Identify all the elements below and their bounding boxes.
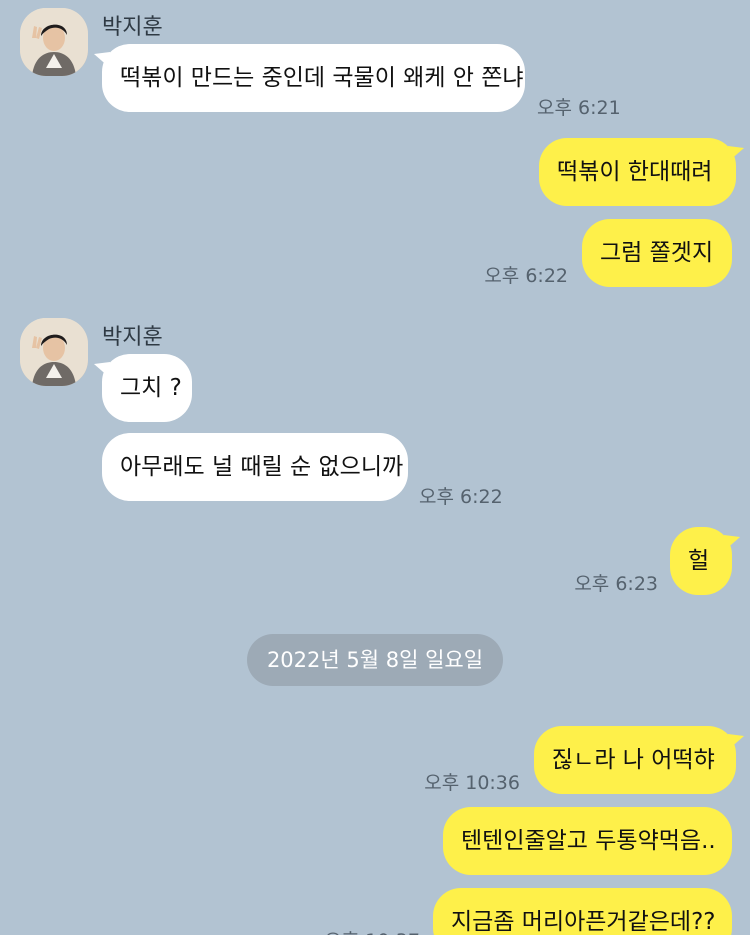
message-text: 헐 [688,548,710,574]
message-time: 오후 6:23 [574,573,658,595]
message-text: 떡볶이 만드는 중인데 국물이 왜케 안 쫀냐 [120,65,524,91]
date-divider: 2022년 5월 8일 일요일 [247,634,503,686]
message-bubble-incoming[interactable]: 아무래도 널 때릴 순 없으니까 [102,433,408,501]
message-time: 오후 6:21 [537,97,621,119]
message-text: 아무래도 널 때릴 순 없으니까 [120,454,404,480]
message-time: 오후 10:36 [424,772,520,794]
message-bubble-outgoing[interactable]: 짆ㄴ라 나 어떡햐 [534,726,736,794]
bubble-tail [728,146,744,162]
message-time: 오후 6:22 [419,486,503,508]
message-time: 오후 10:37 [290,926,420,935]
message-text: 짆ㄴ라 나 어떡햐 [552,747,715,773]
message-text: 지금좀 머리아픈거같은데?? [451,909,716,935]
bubble-tail [728,734,744,750]
avatar-photo-icon [20,318,88,386]
message-text: 텐텐인줄알고 두통약먹음.. [461,828,716,854]
message-text: 그치 ? [120,375,182,401]
chat-room[interactable]: 박지훈 떡볶이 만드는 중인데 국물이 왜케 안 쫀냐 오후 6:21 떡볶이 … [0,0,750,935]
message-text: 그럼 쫄겟지 [600,240,714,266]
message-time: 오후 6:22 [484,265,568,287]
avatar-photo-icon [20,8,88,76]
message-bubble-outgoing[interactable]: 헐 [670,527,732,595]
message-bubble-incoming[interactable]: 떡볶이 만드는 중인데 국물이 왜케 안 쫀냐 [102,44,525,112]
sender-name: 박지훈 [102,325,163,350]
message-bubble-outgoing[interactable]: 그럼 쫄겟지 [582,219,732,287]
profile-avatar[interactable] [20,8,88,76]
sender-name: 박지훈 [102,15,163,40]
profile-avatar[interactable] [20,318,88,386]
message-bubble-incoming[interactable]: 그치 ? [102,354,192,422]
message-bubble-outgoing[interactable]: 텐텐인줄알고 두통약먹음.. [443,807,732,875]
message-bubble-outgoing[interactable]: 지금좀 머리아픈거같은데?? [433,888,732,935]
message-bubble-outgoing[interactable]: 떡볶이 한대때려 [539,138,736,206]
message-text: 떡볶이 한대때려 [557,159,713,185]
bubble-tail [724,535,740,551]
